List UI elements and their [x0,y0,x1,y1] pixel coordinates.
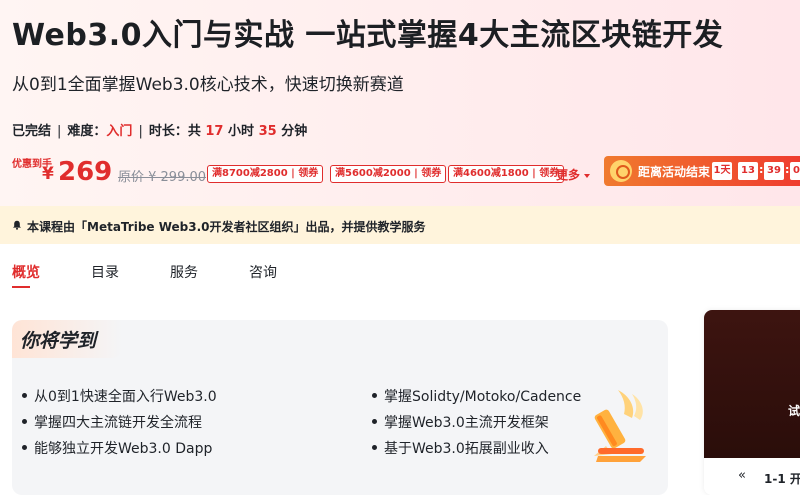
pencil-icon [594,390,646,462]
promo-tag: 优惠到手 [12,159,52,170]
price-value: 269 [58,157,113,187]
coupon-button[interactable]: 满5600减2000 | 领券 [330,165,447,183]
coupon-button[interactable]: 满4600减1800 | 领券 [448,165,565,183]
tab-catalog[interactable]: 目录 [91,262,119,282]
countdown-minutes: 39 [764,162,784,180]
countdown-label: 距离活动结束 [638,165,711,179]
course-tabs: 概览 目录 服务 咨询 [0,258,800,294]
duration-minutes: 35 [258,124,277,139]
meta-separator: | [57,124,62,139]
list-item: 从0到1快速全面入行Web3.0 [22,386,217,406]
duration-minutes-unit: 分钟 [281,124,308,139]
difficulty-value: 入门 [106,124,133,139]
tab-service[interactable]: 服务 [170,262,198,282]
video-preview[interactable]: 试看 [704,310,800,458]
difficulty-label: 难度： [67,124,107,139]
learning-outcomes-card: 你将学到 从0到1快速全面入行Web3.0 掌握四大主流链开发全流程 能够独立开… [12,320,668,495]
caret-down-icon [584,173,591,178]
list-item: 掌握四大主流链开发全流程 [22,412,202,432]
preview-label: 试看 [788,404,800,418]
duration-prefix: 共 [187,124,201,139]
notice-bar: 本课程由「MetaTribe Web3.0开发者社区组织」出品，并提供教学服务 [0,206,800,244]
active-tab-indicator [12,286,30,288]
activity-countdown: 距离活动结束 1天 13 : 39 : 09 [604,156,800,186]
price-currency: ¥ [42,164,54,184]
more-coupons-label: 更多 [556,168,581,182]
tab-consult[interactable]: 咨询 [249,262,277,282]
countdown-days: 1天 [712,162,732,180]
countdown-hours: 13 [738,162,758,180]
countdown-seconds: 09 [790,162,800,180]
countdown-colon: : [785,163,790,176]
notice-text: 本课程由「MetaTribe Web3.0开发者社区组织」出品，并提供教学服务 [27,220,426,234]
clock-icon [610,160,632,182]
tab-overview[interactable]: 概览 [12,262,40,282]
meta-separator: | [138,124,143,139]
course-meta: 已完结 | 难度：入门 | 时长：共 17 小时 35 分钟 [12,120,307,139]
duration-hours-unit: 小时 [228,124,255,139]
coupon-button[interactable]: 满8700减2800 | 领券 [207,165,324,183]
chevron-left-icon[interactable]: « [738,468,746,483]
list-item: 掌握Web3.0主流开发框架 [372,412,549,432]
duration-hours: 17 [205,124,224,139]
list-item: 能够独立开发Web3.0 Dapp [22,438,212,458]
countdown-colon: : [759,163,764,176]
playlist-item[interactable]: 1-1 开篇 [764,470,800,487]
duration-label: 时长： [148,124,188,139]
original-price: 原价 ¥ 299.00 [118,170,207,185]
course-subtitle: 从0到1全面掌握Web3.0核心技术，快速切换新赛道 [12,75,404,95]
status-label: 已完结 [12,124,52,139]
course-title: Web3.0入门与实战 一站式掌握4大主流区块链开发 [12,18,724,53]
playlist-bar: « 1-1 开篇 [704,458,800,495]
bell-icon [13,220,21,230]
video-side-panel: 试看 « 1-1 开篇 [704,310,800,495]
list-item: 基于Web3.0拓展副业收入 [372,438,549,458]
list-item: 掌握Solidty/Motoko/Cadence [372,386,581,406]
learn-title: 你将学到 [20,330,97,352]
more-coupons-button[interactable]: 更多 [556,166,591,183]
